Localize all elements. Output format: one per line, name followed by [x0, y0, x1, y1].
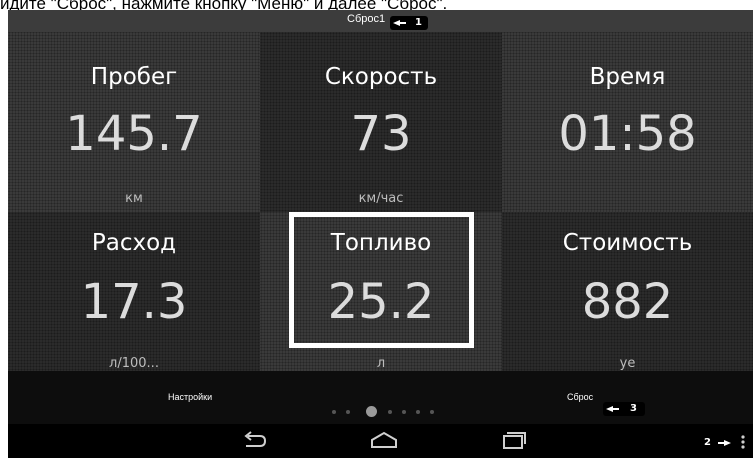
tile-speed-label: Скорость — [324, 64, 438, 90]
action-bar: Настройки Сброс 3 — [8, 371, 753, 424]
recent-apps-icon[interactable] — [498, 430, 528, 450]
tile-cost-unit: уе — [619, 356, 636, 371]
tile-speed[interactable]: Скорость 73 км/час — [260, 32, 502, 212]
tile-consumption-label: Расход — [91, 230, 177, 256]
callout-marker-2: 2 — [690, 436, 736, 450]
page-dot — [402, 410, 406, 414]
callout-number-3: 3 — [630, 403, 637, 414]
tile-consumption-unit: л/100... — [109, 356, 159, 371]
home-icon[interactable] — [369, 430, 399, 450]
page-dot-active — [366, 406, 377, 417]
tile-time-value: 01:58 — [558, 106, 697, 162]
pointing-hand-icon — [718, 440, 731, 446]
tile-cost-value: 882 — [581, 274, 674, 330]
navigation-bar: 2 — [8, 424, 753, 458]
tile-consumption-value: 17.3 — [80, 274, 188, 330]
pointing-hand-icon — [393, 20, 406, 26]
tile-distance-label: Пробег — [90, 64, 178, 90]
app-screen: Сброс1 1 Пробег 145.7 км Скорость 73 км/… — [8, 10, 753, 458]
page-dot — [332, 410, 336, 414]
tile-consumption[interactable]: Расход 17.3 л/100... — [8, 212, 260, 371]
tile-speed-unit: км/час — [358, 191, 404, 206]
callout-number-2: 2 — [704, 437, 711, 448]
callout-number-1: 1 — [415, 17, 422, 28]
tile-speed-value: 73 — [350, 106, 412, 162]
page-dot — [430, 410, 434, 414]
tile-cost-label: Стоимость — [562, 230, 693, 256]
tile-fuel-unit: л — [376, 356, 386, 371]
settings-button[interactable]: Настройки — [168, 392, 212, 402]
highlight-frame — [289, 212, 474, 348]
tile-distance-unit: км — [125, 191, 143, 206]
tile-time-label: Время — [589, 64, 666, 90]
page-dot — [388, 410, 392, 414]
page-dot — [346, 410, 350, 414]
tile-time[interactable]: Время 01:58 — [502, 32, 753, 212]
tile-cost[interactable]: Стоимость 882 уе — [502, 212, 753, 371]
callout-marker-1: 1 — [390, 16, 428, 30]
pointing-hand-icon — [606, 406, 619, 412]
tile-distance-value: 145.7 — [65, 106, 203, 162]
back-arrow-icon[interactable] — [240, 430, 270, 450]
callout-marker-3: 3 — [603, 402, 645, 416]
reset-button[interactable]: Сброс — [567, 392, 593, 402]
tile-distance[interactable]: Пробег 145.7 км — [8, 32, 260, 212]
page-dot — [416, 410, 420, 414]
title-label: Сброс1 — [347, 13, 386, 25]
overflow-menu-icon[interactable] — [739, 434, 747, 454]
title-bar: Сброс1 — [8, 10, 753, 32]
